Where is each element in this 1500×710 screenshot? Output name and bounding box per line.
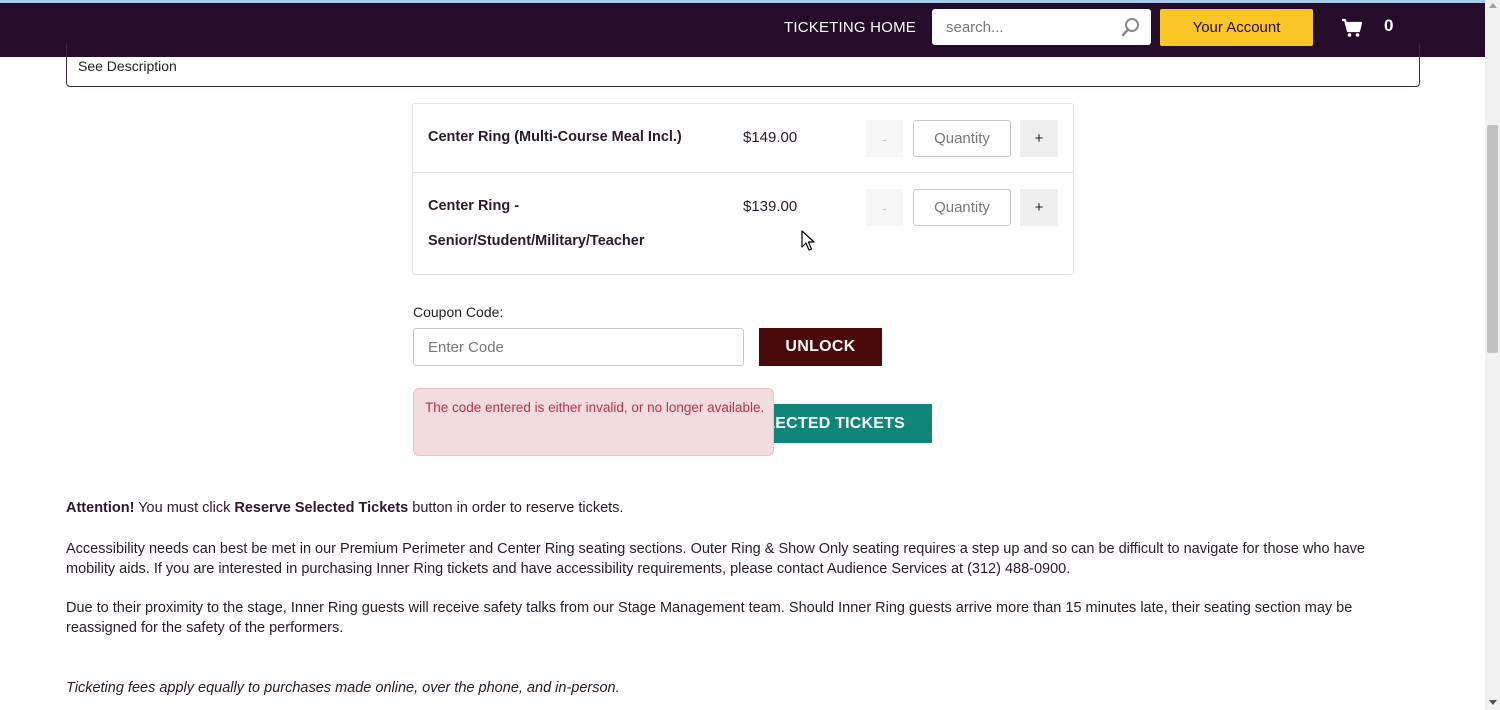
ticket-name-line-2: Senior/Student/Military/Teacher — [428, 233, 645, 249]
attention-text-post: button in order to reserve tickets. — [408, 500, 624, 516]
safety-paragraph: Due to their proximity to the stage, Inn… — [66, 600, 1353, 636]
quantity-input[interactable] — [913, 120, 1011, 157]
ticket-name: Center Ring (Multi-Course Meal Incl.) — [428, 129, 682, 145]
unlock-button[interactable]: UNLOCK — [759, 328, 882, 366]
coupon-error-message: The code entered is either invalid, or n… — [425, 400, 765, 415]
attention-button-name: Reserve Selected Tickets — [234, 500, 409, 516]
mouse-cursor-icon — [801, 230, 815, 251]
description-box — [66, 44, 1420, 87]
search-icon[interactable] — [1121, 17, 1141, 37]
coupon-code-input[interactable] — [413, 328, 744, 366]
scrollbar-thumb[interactable] — [1487, 125, 1498, 353]
ticket-row-divider — [413, 172, 1073, 173]
scroll-down-arrow-icon[interactable] — [1489, 700, 1497, 705]
accessibility-paragraph: Accessibility needs can best be met in o… — [66, 541, 1365, 577]
fees-notice: Ticketing fees apply equally to purchase… — [66, 680, 620, 696]
coupon-error-tooltip — [413, 388, 774, 456]
attention-text-pre: You must click — [134, 500, 235, 516]
attention-notice: Attention! You must click Reserve Select… — [66, 498, 1411, 518]
cart-count[interactable]: 0 — [1384, 16, 1393, 36]
quantity-decrease-button[interactable]: - — [866, 189, 903, 226]
cart-icon[interactable] — [1341, 18, 1363, 38]
see-description-toggle[interactable]: See Description — [78, 58, 177, 74]
scrollbar-track[interactable] — [1485, 0, 1500, 710]
your-account-button[interactable]: Your Account — [1160, 9, 1313, 46]
attention-label: Attention! — [66, 500, 135, 516]
ticket-price: $139.00 — [743, 198, 798, 215]
quantity-decrease-button[interactable]: - — [866, 120, 903, 157]
search-input[interactable] — [932, 9, 1112, 45]
ticket-name: Center Ring - — [428, 198, 520, 214]
quantity-increase-button[interactable]: + — [1020, 120, 1058, 157]
ticketing-home-link[interactable]: TICKETING HOME — [784, 19, 916, 36]
quantity-increase-button[interactable]: + — [1020, 189, 1058, 226]
search-box — [932, 9, 1151, 45]
coupon-code-label: Coupon Code: — [413, 304, 504, 320]
scroll-up-arrow-icon[interactable] — [1489, 3, 1497, 8]
quantity-input[interactable] — [913, 189, 1011, 226]
ticket-price: $149.00 — [743, 129, 798, 146]
